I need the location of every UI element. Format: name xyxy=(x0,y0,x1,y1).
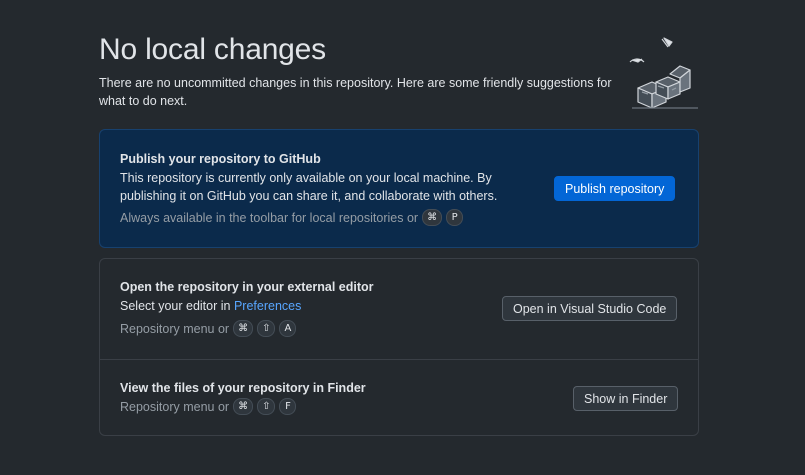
a-key: A xyxy=(279,320,297,337)
page-title: No local changes xyxy=(99,33,326,66)
shift-key-icon: ⇧ xyxy=(257,398,276,415)
publish-shortcut-hint: Always available in the toolbar for loca… xyxy=(120,209,464,226)
command-key-icon: ⌘ xyxy=(422,209,443,226)
page-subtitle: There are no uncommitted changes in this… xyxy=(99,76,612,108)
open-editor-hint-text: Repository menu or xyxy=(120,321,230,336)
command-key-icon: ⌘ xyxy=(233,320,254,337)
show-in-finder-hint-text: Repository menu or xyxy=(120,399,230,414)
show-in-finder-row: View the files of your repository in Fin… xyxy=(100,359,698,436)
show-in-finder-shortcut-hint: Repository menu or ⌘ ⇧ F xyxy=(120,398,297,415)
open-in-vscode-button[interactable]: Open in Visual Studio Code xyxy=(502,296,678,321)
publish-description-line-2: publishing it on GitHub you can share it… xyxy=(120,189,498,203)
open-editor-description-text: Select your editor in xyxy=(120,299,231,313)
publish-description-line-1: This repository is currently only availa… xyxy=(120,171,492,185)
no-changes-view: No local changes There are no uncommitte… xyxy=(0,0,805,475)
show-in-finder-button[interactable]: Show in Finder xyxy=(573,386,679,411)
preferences-link[interactable]: Preferences xyxy=(234,299,301,313)
show-in-finder-title: View the files of your repository in Fin… xyxy=(120,381,366,395)
f-key: F xyxy=(279,398,297,415)
open-editor-row: Open the repository in your external edi… xyxy=(100,259,698,359)
publish-card-description: This repository is currently only availa… xyxy=(120,169,497,205)
publish-repository-button[interactable]: Publish repository xyxy=(554,176,676,201)
open-editor-description: Select your editor in Preferences xyxy=(120,297,301,315)
empty-boxes-illustration-icon xyxy=(624,32,704,112)
publish-hint-text: Always available in the toolbar for loca… xyxy=(120,210,419,225)
publish-card-title: Publish your repository to GitHub xyxy=(120,152,321,166)
suggestions-card: Open the repository in your external edi… xyxy=(99,258,699,436)
open-editor-shortcut-hint: Repository menu or ⌘ ⇧ A xyxy=(120,320,297,337)
shift-key-icon: ⇧ xyxy=(257,320,276,337)
open-editor-title: Open the repository in your external edi… xyxy=(120,280,374,294)
p-key: P xyxy=(446,209,464,226)
command-key-icon: ⌘ xyxy=(233,398,254,415)
publish-repository-card: Publish your repository to GitHub This r… xyxy=(99,129,699,248)
